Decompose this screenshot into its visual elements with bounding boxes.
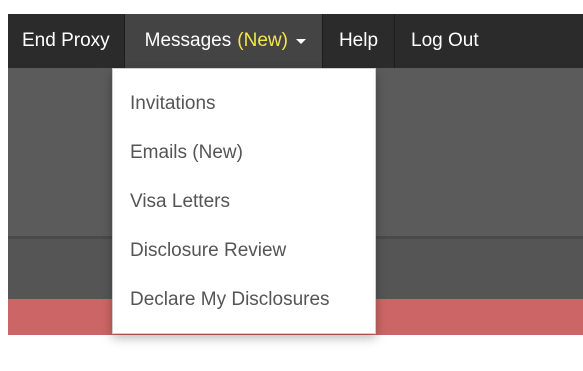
page: End Proxy Messages (New) Help Log Out In…	[0, 0, 583, 371]
menu-item-label: Disclosure Review	[130, 239, 287, 261]
menu-item-disclosure-review[interactable]: Disclosure Review	[113, 226, 375, 275]
logout-label: Log Out	[411, 30, 479, 51]
messages-label: Messages	[144, 30, 232, 51]
menu-item-visa-letters[interactable]: Visa Letters	[113, 177, 375, 226]
menu-item-declare-my-disclosures[interactable]: Declare My Disclosures	[113, 275, 375, 324]
caret-down-icon	[295, 38, 306, 44]
messages-new-badge: (New)	[237, 30, 288, 51]
top-navbar: End Proxy Messages (New) Help Log Out	[8, 14, 583, 68]
menu-item-label: Invitations	[130, 92, 216, 114]
help-link[interactable]: Help	[323, 14, 396, 68]
logout-link[interactable]: Log Out	[395, 14, 495, 68]
messages-menu-toggle[interactable]: Messages (New)	[124, 14, 323, 68]
end-proxy-label: End Proxy	[22, 30, 110, 51]
end-proxy-button[interactable]: End Proxy	[8, 14, 125, 68]
help-label: Help	[338, 30, 379, 51]
menu-item-emails[interactable]: Emails (New)	[113, 128, 375, 177]
menu-item-invitations[interactable]: Invitations	[113, 79, 375, 128]
menu-item-label: Visa Letters	[130, 190, 230, 212]
menu-item-label: Declare My Disclosures	[130, 288, 330, 310]
messages-dropdown: Invitations Emails (New) Visa Letters Di…	[112, 68, 376, 334]
menu-item-label: Emails (New)	[130, 141, 243, 163]
